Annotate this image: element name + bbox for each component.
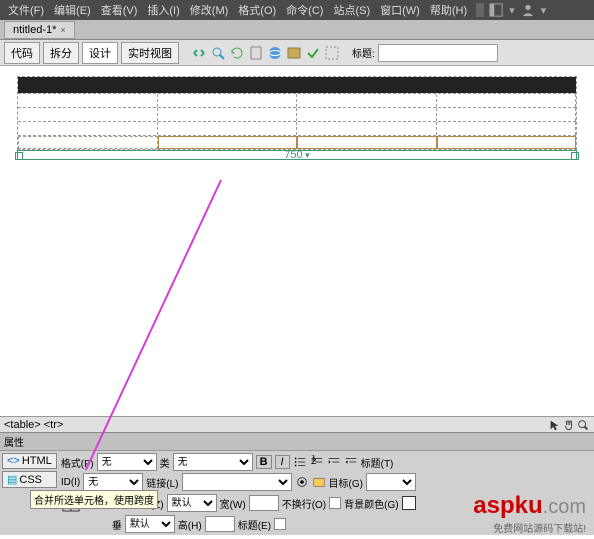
menu-insert[interactable]: 插入(I) bbox=[143, 0, 183, 20]
properties-title: 属性 bbox=[0, 433, 594, 451]
ul-icon[interactable] bbox=[293, 455, 307, 469]
close-icon[interactable]: × bbox=[60, 25, 65, 35]
width-label: 宽(W) bbox=[220, 496, 246, 511]
title-input[interactable] bbox=[378, 44, 498, 62]
menu-modify[interactable]: 修改(M) bbox=[186, 0, 233, 20]
tag-selector-bar: <table> <tr> bbox=[0, 416, 594, 432]
id-select[interactable]: 无 bbox=[83, 473, 143, 491]
indent-icon[interactable] bbox=[344, 455, 358, 469]
target-label: 目标(G) bbox=[329, 475, 363, 490]
layout-icon[interactable] bbox=[489, 3, 503, 17]
view-design-button[interactable]: 设计 bbox=[82, 42, 118, 64]
italic-button[interactable]: I bbox=[275, 455, 290, 469]
id-label: ID(I) bbox=[61, 477, 80, 488]
bgcolor-well[interactable] bbox=[402, 496, 416, 510]
document-toolbar: 代码 拆分 设计 实时视图 标题: bbox=[0, 40, 594, 66]
design-canvas[interactable]: 750 ▾ bbox=[0, 66, 594, 416]
select-tool-icon[interactable] bbox=[548, 418, 562, 432]
css-mode-button[interactable]: ▤CSS bbox=[2, 471, 57, 488]
dropdown-arrow-icon[interactable]: ▾ bbox=[505, 2, 519, 19]
horiz-select[interactable]: 默认 bbox=[167, 494, 217, 512]
menu-help[interactable]: 帮助(H) bbox=[426, 0, 471, 20]
menu-edit[interactable]: 编辑(E) bbox=[50, 0, 95, 20]
menu-site[interactable]: 站点(S) bbox=[329, 0, 374, 20]
watermark: aspku.com 免费网站源码下载站! bbox=[473, 492, 586, 535]
outdent-icon[interactable] bbox=[327, 455, 341, 469]
target-select[interactable] bbox=[366, 473, 416, 491]
table-row[interactable] bbox=[18, 107, 576, 121]
view-split-button[interactable]: 拆分 bbox=[43, 42, 79, 64]
view-live-button[interactable]: 实时视图 bbox=[121, 42, 179, 64]
vert-select[interactable]: 默认 bbox=[125, 515, 175, 533]
zoom-tool-icon[interactable] bbox=[576, 418, 590, 432]
document-tab-bar: ntitled-1* × bbox=[0, 20, 594, 40]
width-ruler: 750 ▾ bbox=[17, 150, 577, 160]
dropdown-arrow-icon[interactable]: ▾ bbox=[537, 2, 551, 19]
vert-label: 垂 bbox=[112, 517, 122, 532]
bold-button[interactable]: B bbox=[256, 455, 272, 469]
menu-bar: 文件(F) 编辑(E) 查看(V) 插入(I) 修改(M) 格式(O) 命令(C… bbox=[0, 0, 594, 20]
file-icon[interactable] bbox=[248, 45, 264, 61]
user-icon[interactable] bbox=[521, 3, 535, 17]
menu-divider bbox=[476, 3, 484, 17]
menu-format[interactable]: 格式(O) bbox=[234, 0, 280, 20]
title-attr-label: 标题(T) bbox=[361, 455, 394, 470]
bgcolor-label: 背景颜色(G) bbox=[344, 496, 398, 511]
title-label: 标题: bbox=[352, 45, 375, 60]
link-target-icon[interactable] bbox=[295, 475, 309, 489]
hand-tool-icon[interactable] bbox=[562, 418, 576, 432]
inspect-icon[interactable] bbox=[210, 45, 226, 61]
table-header-row[interactable] bbox=[18, 77, 576, 93]
table-row[interactable] bbox=[18, 93, 576, 107]
browse-icon[interactable] bbox=[312, 475, 326, 489]
nowrap-checkbox[interactable] bbox=[329, 497, 341, 509]
html-mode-button[interactable]: <>HTML bbox=[2, 453, 57, 469]
table-element[interactable] bbox=[17, 76, 577, 150]
menu-window[interactable]: 窗口(W) bbox=[376, 0, 424, 20]
class-label: 类 bbox=[160, 455, 170, 470]
height-input[interactable] bbox=[205, 516, 235, 532]
width-input[interactable] bbox=[249, 495, 279, 511]
check-icon[interactable] bbox=[305, 45, 321, 61]
link-label: 链接(L) bbox=[146, 475, 178, 490]
preview-icon[interactable] bbox=[267, 45, 283, 61]
refresh-icon[interactable] bbox=[229, 45, 245, 61]
menu-file[interactable]: 文件(F) bbox=[4, 0, 48, 20]
tab-label: ntitled-1* bbox=[13, 24, 56, 36]
table-row-selected[interactable] bbox=[18, 135, 576, 149]
menu-view[interactable]: 查看(V) bbox=[97, 0, 142, 20]
tag-path[interactable]: <table> <tr> bbox=[4, 419, 63, 431]
menu-commands[interactable]: 命令(C) bbox=[282, 0, 327, 20]
ol-icon[interactable]: 12 bbox=[310, 455, 324, 469]
header-checkbox[interactable] bbox=[274, 518, 286, 530]
live-code-icon[interactable] bbox=[191, 45, 207, 61]
link-select[interactable] bbox=[182, 473, 292, 491]
visual-aids-icon[interactable] bbox=[324, 45, 340, 61]
class-select[interactable]: 无 bbox=[173, 453, 253, 471]
height-label: 高(H) bbox=[178, 517, 202, 532]
options-icon[interactable] bbox=[286, 45, 302, 61]
nowrap-label: 不换行(O) bbox=[282, 496, 326, 511]
document-tab[interactable]: ntitled-1* × bbox=[4, 21, 75, 39]
format-select[interactable]: 无 bbox=[97, 453, 157, 471]
merge-tooltip: 合并所选单元格，使用跨度 bbox=[30, 490, 158, 509]
header-label: 标题(E) bbox=[238, 517, 271, 532]
view-code-button[interactable]: 代码 bbox=[4, 42, 40, 64]
table-row[interactable] bbox=[18, 121, 576, 135]
svg-text:2: 2 bbox=[310, 456, 315, 467]
